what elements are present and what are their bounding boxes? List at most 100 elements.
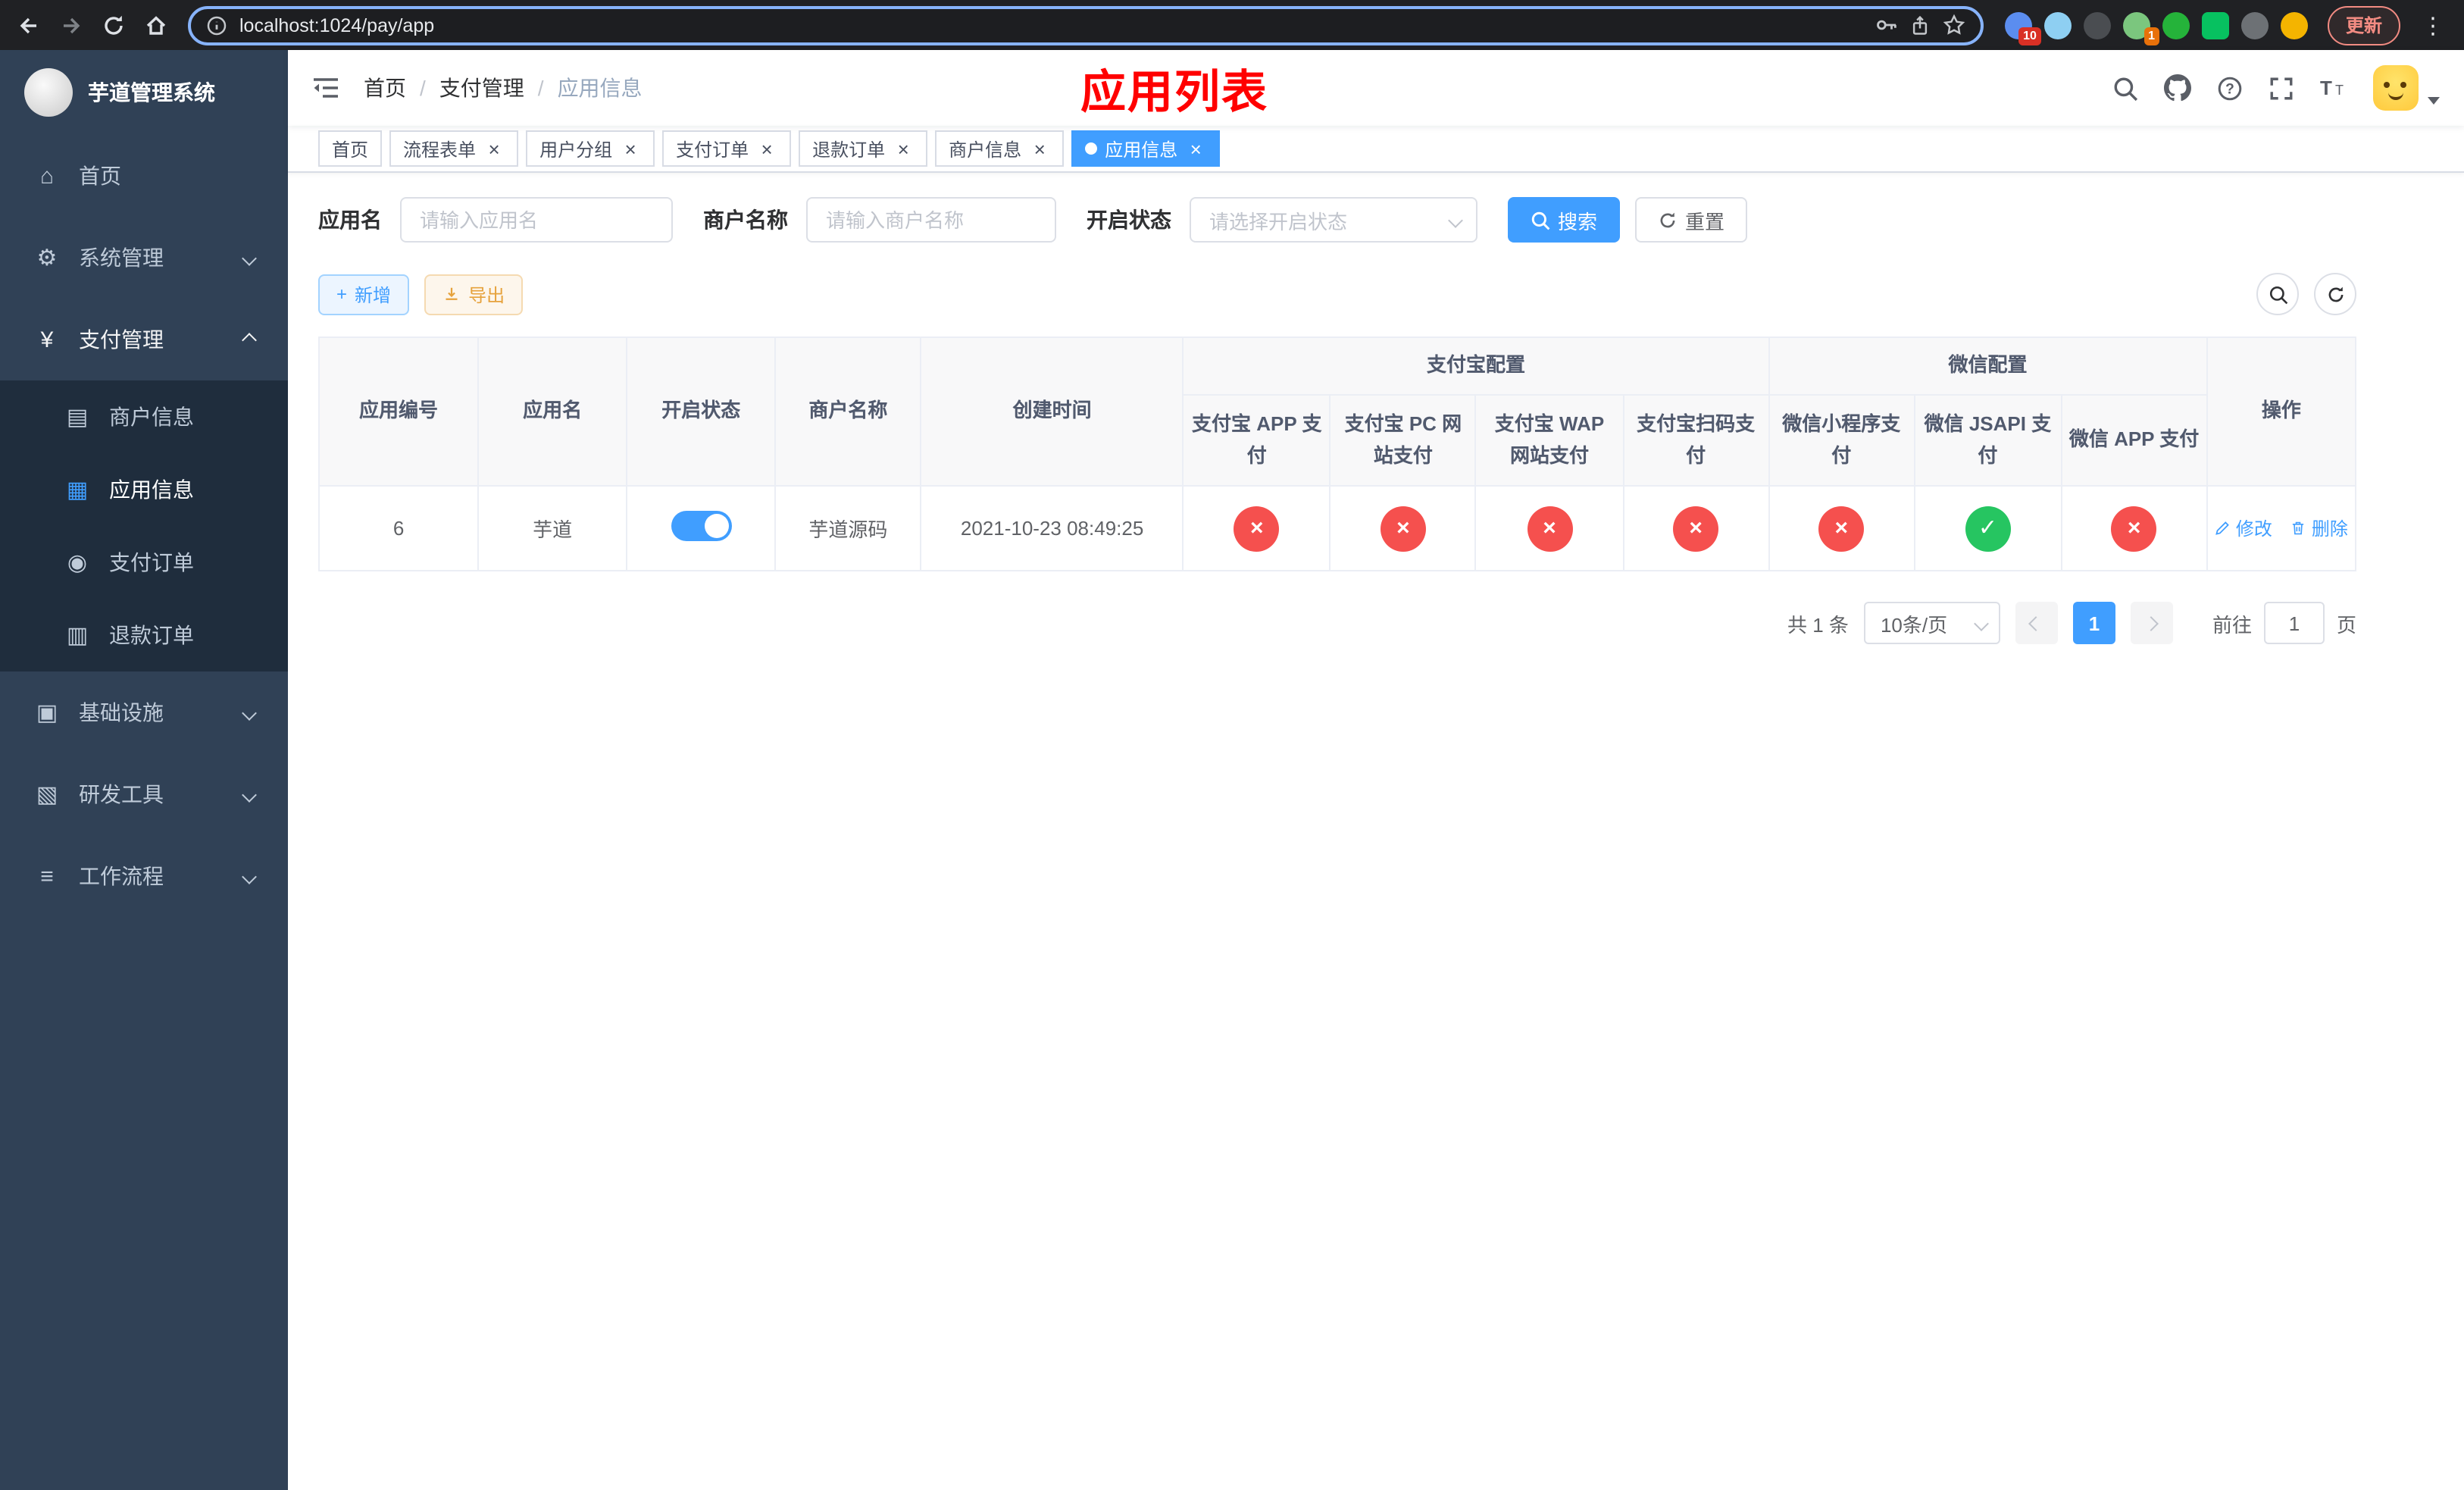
delete-link[interactable]: 删除 <box>2290 515 2348 541</box>
tab-refund-order[interactable]: 退款订单 × <box>799 130 928 167</box>
col-header-merchant: 商户名称 <box>774 337 922 487</box>
status-select-placeholder: 请选择开启状态 <box>1209 210 1348 233</box>
tab-label: 支付订单 <box>676 139 749 160</box>
sidebar-item-label: 首页 <box>79 164 121 188</box>
add-button[interactable]: + 新增 <box>318 274 410 315</box>
sidebar-item-payment-order[interactable]: ◉ 支付订单 <box>0 526 288 599</box>
chevron-down-icon <box>242 869 257 884</box>
tab-close-icon[interactable]: × <box>893 137 914 160</box>
back-icon[interactable] <box>9 5 48 45</box>
password-key-icon[interactable] <box>1875 14 1897 36</box>
sidebar-item-label: 退款订单 <box>109 623 194 647</box>
extension-green-icon[interactable]: 1 <box>2122 11 2159 45</box>
tab-home[interactable]: 首页 <box>318 130 383 167</box>
browser-menu-icon[interactable]: ⋮ <box>2411 11 2455 39</box>
extension-dark-icon[interactable] <box>2083 11 2111 39</box>
extension-camera-icon[interactable] <box>2162 11 2190 39</box>
page-content: 应用名 商户名称 开启状态 请选择开启状态 搜索 <box>288 173 2464 1490</box>
sidebar-item-app-info[interactable]: ▦ 应用信息 <box>0 453 288 526</box>
goto-page-input[interactable] <box>2263 602 2325 644</box>
tab-close-icon[interactable]: × <box>1029 137 1050 160</box>
cell-id: 6 <box>317 485 480 571</box>
status-toggle[interactable] <box>671 511 732 541</box>
next-page-button[interactable] <box>2130 602 2173 644</box>
sidebar-item-refund-order[interactable]: ▥ 退款订单 <box>0 599 288 671</box>
search-icon[interactable] <box>2112 75 2138 101</box>
cell-wx-app: × <box>2060 485 2208 571</box>
extensions-area: 10 1 <box>2004 11 2308 45</box>
help-icon[interactable]: ? <box>2217 75 2243 101</box>
sidebar-item-merchant-info[interactable]: ▤ 商户信息 <box>0 380 288 453</box>
cell-actions: 修改 删除 <box>2206 485 2357 571</box>
app-window: 芋道管理系统 ⌂ 首页 ⚙ 系统管理 ¥ 支付管理 ▤ 商户信息 ▦ 应用信息 … <box>0 50 2464 1490</box>
export-button[interactable]: 导出 <box>424 274 524 315</box>
extension-chat-icon[interactable] <box>2201 11 2229 39</box>
sidebar-item-workflow[interactable]: ≡ 工作流程 <box>0 835 288 917</box>
tab-process-form[interactable]: 流程表单 × <box>389 130 519 167</box>
bookmark-star-icon[interactable] <box>1943 14 1965 36</box>
forward-icon[interactable] <box>52 5 91 45</box>
tab-app-info[interactable]: 应用信息 × <box>1071 130 1221 167</box>
browser-update-button[interactable]: 更新 <box>2327 5 2400 45</box>
sidebar-item-label: 应用信息 <box>109 477 194 502</box>
cell-alipay-app: × <box>1182 485 1331 571</box>
share-icon[interactable] <box>1909 14 1931 36</box>
reload-icon[interactable] <box>94 5 133 45</box>
goto-label: 前往 <box>2212 613 2252 636</box>
tab-merchant-info[interactable]: 商户信息 × <box>935 130 1065 167</box>
status-select[interactable]: 请选择开启状态 <box>1190 197 1477 243</box>
sidebar-item-label: 工作流程 <box>79 864 164 888</box>
cross-circle-icon: × <box>1234 506 1280 551</box>
address-bar[interactable]: localhost:1024/pay/app <box>188 5 1984 45</box>
tab-close-icon[interactable]: × <box>756 137 777 160</box>
cell-created: 2021-10-23 08:49:25 <box>920 485 1184 571</box>
tab-close-icon[interactable]: × <box>1185 137 1206 160</box>
extension-pin-icon[interactable] <box>2240 11 2269 39</box>
edit-link-label: 修改 <box>2235 518 2272 540</box>
fullscreen-icon[interactable] <box>2269 75 2294 101</box>
page-size-select[interactable]: 10条/页 <box>1863 602 2000 644</box>
delete-link-label: 删除 <box>2311 518 2348 540</box>
sidebar-item-home[interactable]: ⌂ 首页 <box>0 135 288 217</box>
font-size-icon[interactable]: TT <box>2320 76 2347 100</box>
profile-avatar-icon[interactable] <box>2280 11 2308 39</box>
col-header-created: 创建时间 <box>920 337 1184 487</box>
tab-pay-order[interactable]: 支付订单 × <box>662 130 792 167</box>
breadcrumb-payment[interactable]: 支付管理 <box>439 73 524 103</box>
sidebar-item-infrastructure[interactable]: ▣ 基础设施 <box>0 671 288 753</box>
sidebar-item-dev-tools[interactable]: ▧ 研发工具 <box>0 753 288 835</box>
home-icon[interactable] <box>136 5 176 45</box>
sidebar-item-system-management[interactable]: ⚙ 系统管理 <box>0 217 288 299</box>
user-menu[interactable] <box>2373 65 2440 111</box>
app-name-input[interactable] <box>400 197 673 243</box>
breadcrumb-home[interactable]: 首页 <box>364 73 406 103</box>
search-button[interactable]: 搜索 <box>1508 197 1621 243</box>
toggle-search-icon[interactable] <box>2256 273 2299 315</box>
extension-blue-icon[interactable]: 10 <box>2004 11 2041 45</box>
hamburger-icon[interactable] <box>312 76 339 100</box>
refresh-table-icon[interactable] <box>2314 273 2356 315</box>
col-header-alipay-qr: 支付宝扫码支付 <box>1622 394 1770 487</box>
cell-name: 芋道 <box>477 485 628 571</box>
col-group-alipay: 支付宝配置 <box>1182 337 1770 396</box>
active-dot-icon <box>1085 142 1098 155</box>
edit-link[interactable]: 修改 <box>2215 515 2272 541</box>
merchant-name-input[interactable] <box>806 197 1056 243</box>
page-size-value: 10条/页 <box>1880 613 1948 636</box>
sidebar-item-payment-management[interactable]: ¥ 支付管理 <box>0 299 288 380</box>
tab-close-icon[interactable]: × <box>620 137 641 160</box>
tab-user-group[interactable]: 用户分组 × <box>526 130 655 167</box>
tab-close-icon[interactable]: × <box>483 137 505 160</box>
avatar[interactable] <box>2373 65 2419 111</box>
site-info-icon[interactable] <box>206 14 227 36</box>
url-text[interactable]: localhost:1024/pay/app <box>239 14 1862 36</box>
page-number-1[interactable]: 1 <box>2072 602 2115 644</box>
page-title: 应用列表 <box>1080 68 1268 118</box>
sidebar-logo-row: 芋道管理系统 <box>0 50 288 135</box>
extension-drop-icon[interactable] <box>2043 11 2072 39</box>
prev-page-button[interactable] <box>2015 602 2058 644</box>
reset-button[interactable]: 重置 <box>1635 197 1748 243</box>
app-name-label: 应用名 <box>318 208 382 232</box>
github-icon[interactable] <box>2164 74 2191 102</box>
status-label: 开启状态 <box>1087 208 1171 232</box>
